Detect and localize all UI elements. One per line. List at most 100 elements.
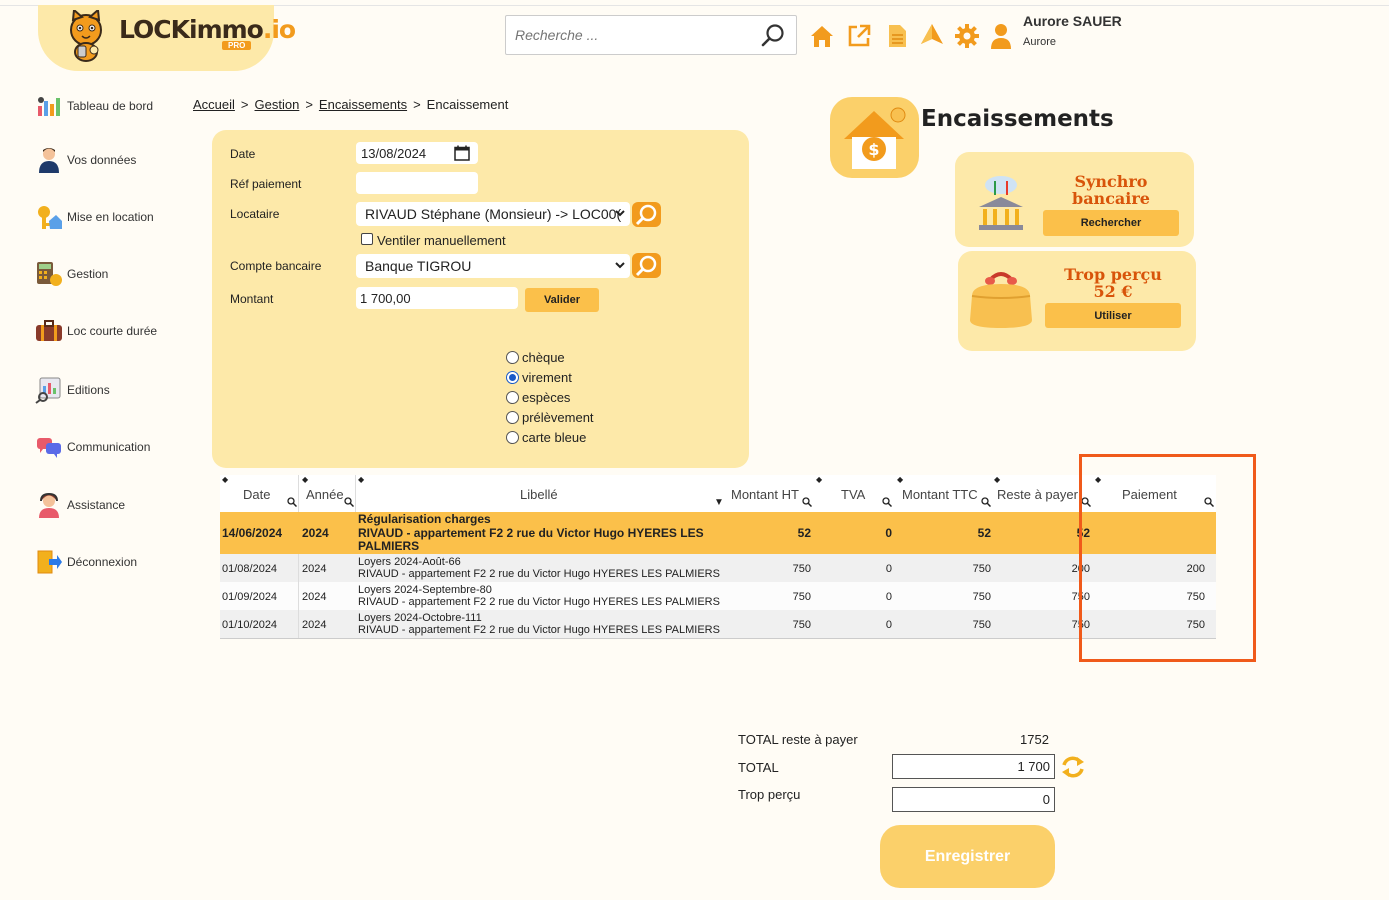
header-montant-ttc[interactable]: Montant TTC: [902, 487, 978, 502]
date-label: Date: [230, 147, 256, 161]
cell-annee: 2024: [302, 619, 327, 631]
filter-search-icon[interactable]: [287, 497, 297, 507]
header-reste-a-payer[interactable]: Reste à payer: [997, 487, 1078, 502]
gear-icon[interactable]: [953, 22, 981, 50]
ref-paiement-field[interactable]: [356, 172, 478, 194]
table-row[interactable]: 01/10/2024 2024 Loyers 2024-Octobre-111 …: [220, 610, 1216, 639]
filter-search-icon[interactable]: [981, 497, 991, 507]
sidebar-item-communication[interactable]: Communication: [35, 433, 150, 461]
home-icon[interactable]: [808, 22, 836, 50]
calendar-icon[interactable]: [454, 145, 470, 161]
cat-logo-icon: [70, 10, 102, 62]
sidebar-item-assistance[interactable]: Assistance: [35, 491, 125, 519]
montant-input[interactable]: 1 700,00: [356, 287, 518, 309]
total-input[interactable]: 1 700: [892, 754, 1055, 779]
cell-montant-ttc: 750: [972, 563, 991, 575]
sort-arrows-icon[interactable]: ◆: [302, 475, 308, 484]
logout-icon: [37, 550, 62, 574]
key-house-icon: [38, 206, 62, 229]
sort-arrows-icon[interactable]: ◆: [994, 475, 1000, 484]
cell-libelle: Loyers 2024-Août-66 RIVAUD - appartement…: [358, 556, 720, 580]
ventiler-checkbox[interactable]: [361, 233, 373, 245]
cell-libelle: Régularisation charges RIVAUD - appartem…: [358, 512, 704, 553]
enregistrer-button[interactable]: Enregistrer: [880, 825, 1055, 888]
cell-date: 01/08/2024: [222, 563, 278, 575]
synchro-title: Synchro bancaire: [1072, 172, 1150, 208]
cell-date: 01/10/2024: [222, 619, 278, 631]
paper-plane-icon[interactable]: [918, 22, 946, 50]
sidebar-item-mise-en-location[interactable]: Mise en location: [35, 203, 154, 231]
cell-montant-ht: 750: [792, 619, 811, 631]
column-divider: [298, 475, 299, 512]
locataire-search-button[interactable]: [632, 202, 661, 227]
breadcrumb: Accueil > Gestion > Encaissements > Encaisseme…: [193, 97, 509, 112]
filter-search-icon[interactable]: [802, 497, 812, 507]
chat-bubbles-icon: [37, 438, 61, 458]
filter-search-icon[interactable]: [344, 497, 354, 507]
trop-percu-title: Trop perçu 52 €: [1064, 265, 1162, 301]
utiliser-button[interactable]: Utiliser: [1045, 303, 1181, 328]
sidebar-item-tableau-de-bord[interactable]: Tableau de bord: [35, 92, 153, 120]
sidebar-item-label: Tableau de bord: [67, 99, 154, 113]
trop-percu-input[interactable]: 0: [892, 787, 1055, 812]
compte-bancaire-value: Banque TIGROU: [365, 258, 472, 274]
cell-date: 14/06/2024: [222, 526, 283, 540]
total-reste-value: 1752: [1020, 732, 1049, 747]
breadcrumb-link-encaissements[interactable]: Encaissements: [319, 97, 407, 112]
brand-name: LOCKimmo.io: [119, 15, 296, 44]
radio-cheque[interactable]: [506, 351, 519, 364]
header-libelle[interactable]: Libellé: [520, 487, 558, 502]
sidebar-item-label: Communication: [67, 440, 151, 454]
refresh-icon[interactable]: [1060, 754, 1086, 780]
sidebar-item-editions[interactable]: Editions: [35, 376, 110, 404]
column-divider: [298, 554, 299, 582]
sidebar-item-label: Vos données: [67, 153, 137, 167]
cell-montant-ttc: 52: [977, 526, 991, 540]
sort-arrows-icon[interactable]: ◆: [222, 475, 228, 484]
search-input[interactable]: [506, 16, 756, 54]
valider-button[interactable]: Valider: [525, 288, 599, 312]
compte-search-button[interactable]: [632, 253, 661, 278]
sidebar-item-vos-donnees[interactable]: Vos données: [35, 146, 136, 174]
table-row[interactable]: 01/08/2024 2024 Loyers 2024-Août-66 RIVA…: [220, 554, 1216, 582]
radio-especes[interactable]: [506, 391, 519, 404]
purse-icon: [970, 272, 1032, 328]
user-icon[interactable]: [987, 22, 1015, 50]
header-annee[interactable]: Année: [306, 487, 344, 502]
pro-badge: PRO: [222, 41, 252, 50]
header-date[interactable]: Date: [243, 487, 270, 502]
sidebar-item-gestion[interactable]: Gestion: [35, 260, 108, 288]
table-row[interactable]: 01/09/2024 2024 Loyers 2024-Septembre-80…: [220, 582, 1216, 610]
radio-prelevement[interactable]: [506, 411, 519, 424]
radio-carte-bleue[interactable]: [506, 431, 519, 444]
house-money-icon: $: [844, 107, 906, 169]
user-name[interactable]: Aurore SAUER: [1023, 13, 1122, 29]
sort-arrows-icon[interactable]: ◆: [897, 475, 903, 484]
external-link-icon[interactable]: [845, 22, 873, 50]
sidebar-item-loc-courte-duree[interactable]: Loc courte durée: [35, 317, 157, 345]
filter-search-icon[interactable]: [882, 497, 892, 507]
header-montant-ht[interactable]: Montant HT: [731, 487, 799, 502]
cell-tva: 0: [885, 591, 892, 603]
breadcrumb-link-gestion[interactable]: Gestion: [255, 97, 300, 112]
sidebar-item-deconnexion[interactable]: Déconnexion: [35, 548, 137, 576]
breadcrumb-link-accueil[interactable]: Accueil: [193, 97, 235, 112]
cell-tva: 0: [885, 526, 892, 540]
date-field[interactable]: 13/08/2024: [356, 142, 478, 164]
locataire-select[interactable]: RIVAUD Stéphane (Monsieur) -> LOC00(: [356, 202, 630, 226]
table-row[interactable]: 14/06/2024 2024 Régularisation charges R…: [220, 512, 1216, 554]
search-icon[interactable]: [760, 23, 786, 49]
compte-bancaire-select[interactable]: Banque TIGROU: [356, 254, 630, 278]
ref-paiement-label: Réf paiement: [230, 177, 302, 191]
encaissements-icon-box: $: [830, 97, 919, 178]
radio-virement[interactable]: [506, 371, 519, 384]
sort-arrows-icon[interactable]: ◆: [358, 475, 364, 484]
chevron-down-icon: [615, 262, 625, 269]
locataire-value: RIVAUD Stéphane (Monsieur) -> LOC00(: [365, 206, 622, 222]
cell-annee: 2024: [302, 591, 327, 603]
rechercher-button[interactable]: Rechercher: [1043, 210, 1179, 236]
header-tva[interactable]: TVA: [841, 487, 865, 502]
sort-arrows-icon[interactable]: ◆: [816, 475, 822, 484]
document-icon[interactable]: [883, 22, 911, 50]
filter-funnel-icon[interactable]: ▼: [714, 497, 724, 508]
